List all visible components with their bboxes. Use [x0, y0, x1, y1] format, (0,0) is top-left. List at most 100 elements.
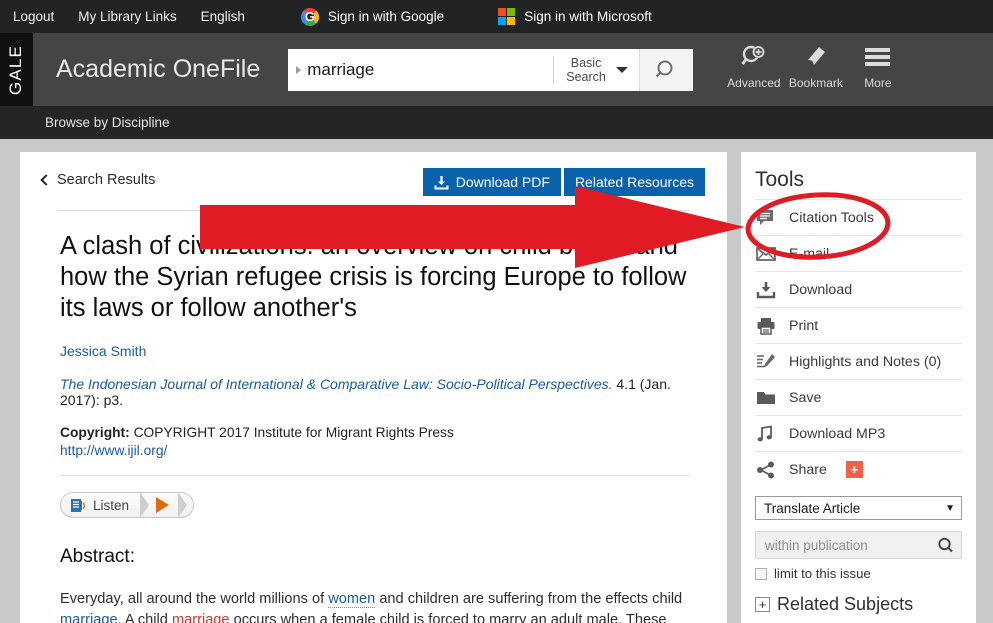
inline-term-link[interactable]: women — [328, 590, 376, 608]
within-publication-search[interactable]: within publication — [755, 531, 962, 559]
download-icon — [434, 175, 449, 189]
abstract-text: and children are suffering from the effe… — [375, 590, 683, 607]
limit-to-issue-checkbox[interactable] — [755, 567, 767, 580]
browse-bar: Browse by Discipline — [0, 106, 993, 139]
gale-logo-text: GALE — [6, 44, 26, 95]
abstract-text: occurs when a female child is forced to … — [229, 612, 667, 623]
highlighted-term: marriage — [171, 612, 230, 623]
toolbar-divider — [57, 210, 690, 211]
play-icon[interactable] — [156, 497, 170, 513]
microsoft-signin-label: Sign in with Microsoft — [524, 9, 652, 24]
listen-label: Listen — [93, 497, 130, 513]
download-pdf-label: Download PDF — [455, 174, 550, 190]
abstract-heading: Abstract: — [60, 545, 135, 567]
article-action-buttons: Download PDF Related Resources — [422, 168, 705, 196]
translate-article-select[interactable]: Translate Article ▼ — [755, 496, 962, 520]
header-tool-group: Advanced Bookmark More — [723, 33, 909, 106]
browse-by-discipline-link[interactable]: Browse by Discipline — [45, 115, 170, 130]
article-title: A clash of civilizations: an overview on… — [60, 232, 687, 322]
more-button[interactable]: More — [847, 42, 909, 90]
bookmark-label: Bookmark — [788, 76, 843, 90]
article-panel: Search Results Download PDF Related Reso… — [20, 152, 727, 623]
logout-link[interactable]: Logout — [13, 9, 54, 24]
tool-label: Print — [789, 317, 819, 334]
inline-term-link[interactable]: marriage — [60, 612, 118, 623]
listen-speaker-icon — [71, 498, 85, 512]
language-link[interactable]: English — [201, 9, 245, 24]
search-input[interactable] — [307, 59, 554, 80]
main-header: GALE Academic OneFile Basic Search — [0, 33, 993, 106]
article-copyright: Copyright: COPYRIGHT 2017 Institute for … — [60, 424, 705, 460]
chevron-left-icon — [40, 174, 52, 186]
tools-heading: Tools — [755, 168, 805, 191]
tool-download-mp3[interactable]: Download MP3 + — [755, 415, 962, 451]
chevron-down-icon: ▼ — [945, 502, 955, 514]
back-to-search-results-link[interactable]: Search Results — [40, 168, 155, 188]
listen-button[interactable]: Listen — [60, 492, 195, 518]
tool-label: Download — [789, 281, 853, 298]
folder-icon — [755, 389, 777, 406]
tool-print[interactable]: Print — [755, 307, 962, 343]
tool-label: Highlights and Notes (0) — [789, 353, 942, 370]
my-library-links-link[interactable]: My Library Links — [78, 9, 176, 24]
content-divider — [60, 475, 690, 476]
abstract-text: Everyday, all around the world millions … — [60, 590, 329, 607]
search-mode-line1: Basic — [570, 55, 602, 70]
publisher-url-link[interactable]: http://www.ijil.org/ — [60, 443, 167, 458]
copyright-text: COPYRIGHT 2017 Institute for Migrant Rig… — [129, 425, 454, 440]
search-bar: Basic Search — [288, 48, 693, 91]
related-subjects-toggle[interactable]: + Related Subjects — [755, 594, 962, 615]
download-tray-icon — [755, 281, 777, 299]
search-mode-dropdown[interactable]: Basic Search — [554, 48, 639, 91]
tool-share[interactable]: Share + — [755, 451, 962, 487]
tool-citation-tools[interactable]: Citation Tools — [755, 199, 962, 235]
tool-label: E-mail — [789, 245, 830, 262]
tool-highlights-and-notes[interactable]: Highlights and Notes (0) — [755, 343, 962, 379]
sign-in-with-microsoft-button[interactable]: Sign in with Microsoft — [498, 8, 652, 25]
download-pdf-button[interactable]: Download PDF — [422, 168, 561, 196]
gale-logo[interactable]: GALE — [0, 33, 33, 106]
translate-value: Translate Article — [764, 500, 861, 516]
music-note-icon — [755, 424, 777, 443]
tool-label: Download MP3 — [789, 425, 886, 442]
advanced-search-button[interactable]: Advanced — [723, 42, 785, 90]
search-submit-button[interactable] — [638, 48, 693, 91]
limit-to-issue-checkbox-row[interactable]: limit to this issue — [755, 566, 962, 581]
printer-icon — [755, 317, 777, 335]
search-mode-line2: Search — [566, 69, 606, 84]
sign-in-with-google-button[interactable]: Sign in with Google — [300, 7, 445, 26]
top-utility-bar: Logout My Library Links English Sign in … — [0, 0, 993, 33]
related-resources-button[interactable]: Related Resources — [563, 168, 705, 196]
limit-to-issue-label: limit to this issue — [774, 566, 871, 581]
bookmark-button[interactable]: Bookmark — [785, 42, 847, 90]
tool-label: Share — [789, 461, 827, 478]
article-toolbar: Search Results Download PDF Related Reso… — [40, 168, 705, 196]
page-body: Search Results Download PDF Related Reso… — [0, 139, 993, 623]
search-icon[interactable] — [937, 537, 954, 554]
related-subjects-label: Related Subjects — [777, 594, 914, 614]
tool-download[interactable]: Download — [755, 271, 962, 307]
within-publication-placeholder: within publication — [765, 537, 868, 553]
bookmark-icon — [802, 42, 830, 72]
google-icon — [300, 7, 319, 26]
journal-name[interactable]: The Indonesian Journal of International … — [60, 376, 613, 392]
google-signin-label: Sign in with Google — [327, 9, 445, 24]
search-field-wrapper[interactable] — [288, 48, 554, 91]
share-plus-badge[interactable]: + — [845, 461, 863, 478]
abstract-body: Everyday, all around the world millions … — [60, 589, 687, 623]
highlighter-icon — [755, 353, 777, 371]
tool-label: Save — [789, 389, 822, 406]
hamburger-icon — [865, 42, 891, 72]
magnifier-plus-icon — [740, 42, 768, 72]
search-icon — [656, 60, 673, 77]
microsoft-icon — [498, 8, 516, 25]
envelope-icon — [755, 246, 777, 262]
more-label: More — [864, 76, 892, 90]
tool-save[interactable]: Save — [755, 379, 962, 415]
plus-icon: + — [755, 597, 770, 612]
article-author[interactable]: Jessica Smith — [60, 343, 705, 359]
speech-bubble-icon — [755, 209, 777, 227]
chevron-down-icon — [615, 66, 628, 73]
product-title: Academic OneFile — [56, 55, 261, 83]
tool-email[interactable]: E-mail — [755, 235, 962, 271]
